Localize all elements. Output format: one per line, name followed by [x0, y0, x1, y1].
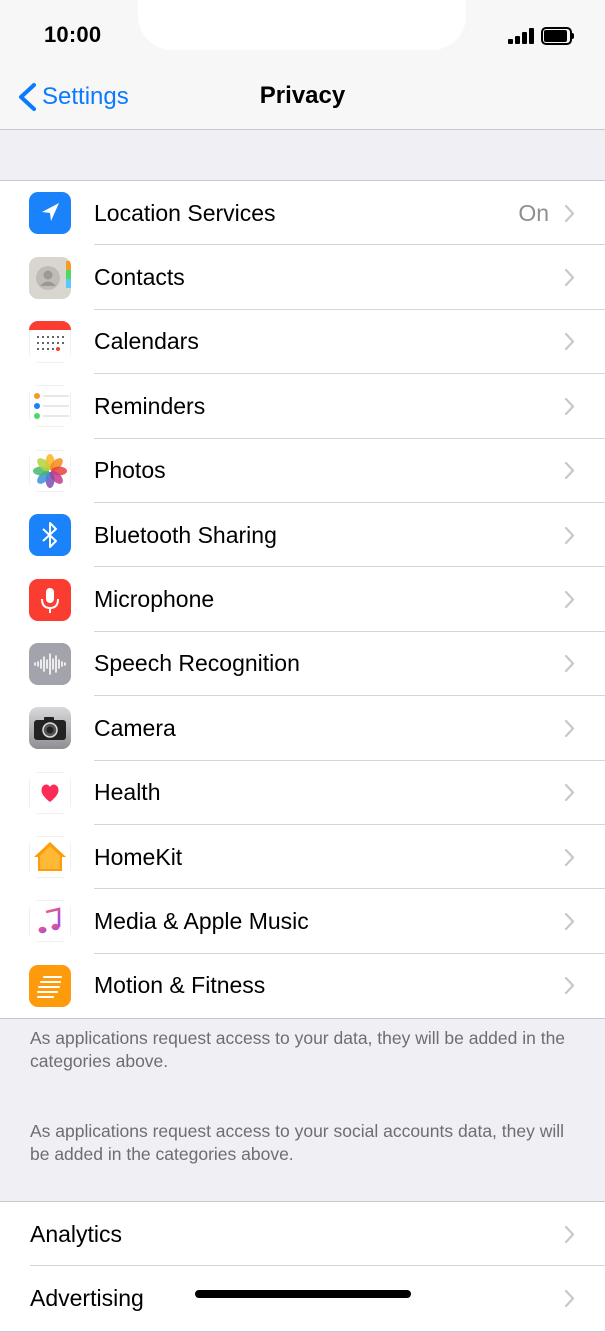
privacy-row-calendars[interactable]: Calendars	[0, 310, 605, 375]
row-label: Health	[94, 779, 161, 806]
homekit-house-icon	[29, 836, 71, 879]
privacy-row-motion-and-fitness[interactable]: Motion & Fitness	[0, 954, 605, 1018]
row-label: Reminders	[94, 392, 206, 419]
privacy-row-homekit[interactable]: HomeKit	[0, 825, 605, 890]
microphone-icon	[29, 578, 71, 621]
privacy-items-list: Location Services On Contacts Calendars Remi…	[0, 180, 605, 1020]
row-value: On	[518, 199, 549, 226]
social-accounts-note: As applications request access to your s…	[30, 1121, 565, 1164]
bluetooth-icon	[29, 514, 71, 557]
chevron-right-icon	[564, 655, 575, 673]
row-label: Motion & Fitness	[94, 972, 266, 999]
contacts-icon	[29, 256, 71, 299]
home-indicator[interactable]	[195, 1290, 411, 1298]
page-title: Privacy	[259, 82, 346, 109]
privacy-row-photos[interactable]: Photos	[0, 439, 605, 503]
chevron-right-icon	[564, 204, 575, 222]
chevron-right-icon	[564, 526, 575, 544]
row-label: Photos	[94, 457, 166, 484]
location-arrow-icon	[29, 192, 71, 235]
row-label: Speech Recognition	[94, 650, 300, 677]
privacy-row-speech-recognition[interactable]: Speech Recognition	[0, 632, 605, 697]
chevron-right-icon	[564, 1289, 575, 1308]
chevron-right-icon	[564, 462, 575, 480]
privacy-row-contacts[interactable]: Contacts	[0, 245, 605, 310]
battery-icon	[541, 27, 574, 45]
chevron-right-icon	[564, 977, 575, 995]
row-label: Analytics	[30, 1220, 123, 1247]
chevron-right-icon	[564, 848, 575, 866]
privacy-row-reminders[interactable]: Reminders	[0, 374, 605, 439]
row-advertising[interactable]: Advertising	[0, 1266, 605, 1330]
chevron-right-icon	[564, 333, 575, 351]
chevron-right-icon	[564, 784, 575, 802]
status-time: 10:00	[44, 22, 102, 47]
reminders-icon	[29, 385, 71, 428]
health-heart-icon	[29, 771, 71, 814]
row-label: Advertising	[30, 1285, 144, 1312]
speech-waveform-icon	[29, 642, 71, 685]
camera-icon	[29, 707, 71, 750]
device-notch	[138, 0, 466, 50]
row-label: Calendars	[94, 328, 199, 355]
row-analytics[interactable]: Analytics	[0, 1202, 605, 1267]
privacy-row-location-services[interactable]: Location Services On	[0, 181, 605, 246]
row-label: Contacts	[94, 264, 185, 291]
chevron-right-icon	[564, 590, 575, 609]
cellular-signal-icon	[508, 28, 536, 44]
analytics-advertising-list: Analytics Advertising	[0, 1201, 605, 1332]
row-label: Camera	[94, 714, 176, 741]
status-bar: 10:00	[0, 0, 605, 72]
row-label: Bluetooth Sharing	[94, 521, 277, 548]
music-note-icon	[29, 900, 71, 943]
chevron-right-icon	[564, 1225, 575, 1243]
apps-access-note: As applications request access to your d…	[30, 1028, 566, 1071]
navigation-bar: Settings Privacy	[0, 72, 605, 130]
row-label: Location Services	[94, 199, 276, 226]
calendar-icon	[29, 320, 71, 363]
chevron-right-icon	[564, 268, 575, 287]
row-label: HomeKit	[94, 843, 183, 870]
privacy-row-media-and-apple-music[interactable]: Media & Apple Music	[0, 889, 605, 954]
privacy-row-health[interactable]: Health	[0, 761, 605, 825]
privacy-row-camera[interactable]: Camera	[0, 696, 605, 761]
motion-fitness-icon	[29, 964, 71, 1007]
photos-icon	[29, 449, 71, 492]
chevron-right-icon	[564, 397, 575, 415]
privacy-row-bluetooth-sharing[interactable]: Bluetooth Sharing	[0, 503, 605, 568]
privacy-row-microphone[interactable]: Microphone	[0, 567, 605, 632]
row-label: Media & Apple Music	[94, 907, 309, 934]
row-label: Microphone	[94, 586, 215, 613]
chevron-right-icon	[564, 719, 575, 737]
chevron-right-icon	[564, 912, 575, 931]
